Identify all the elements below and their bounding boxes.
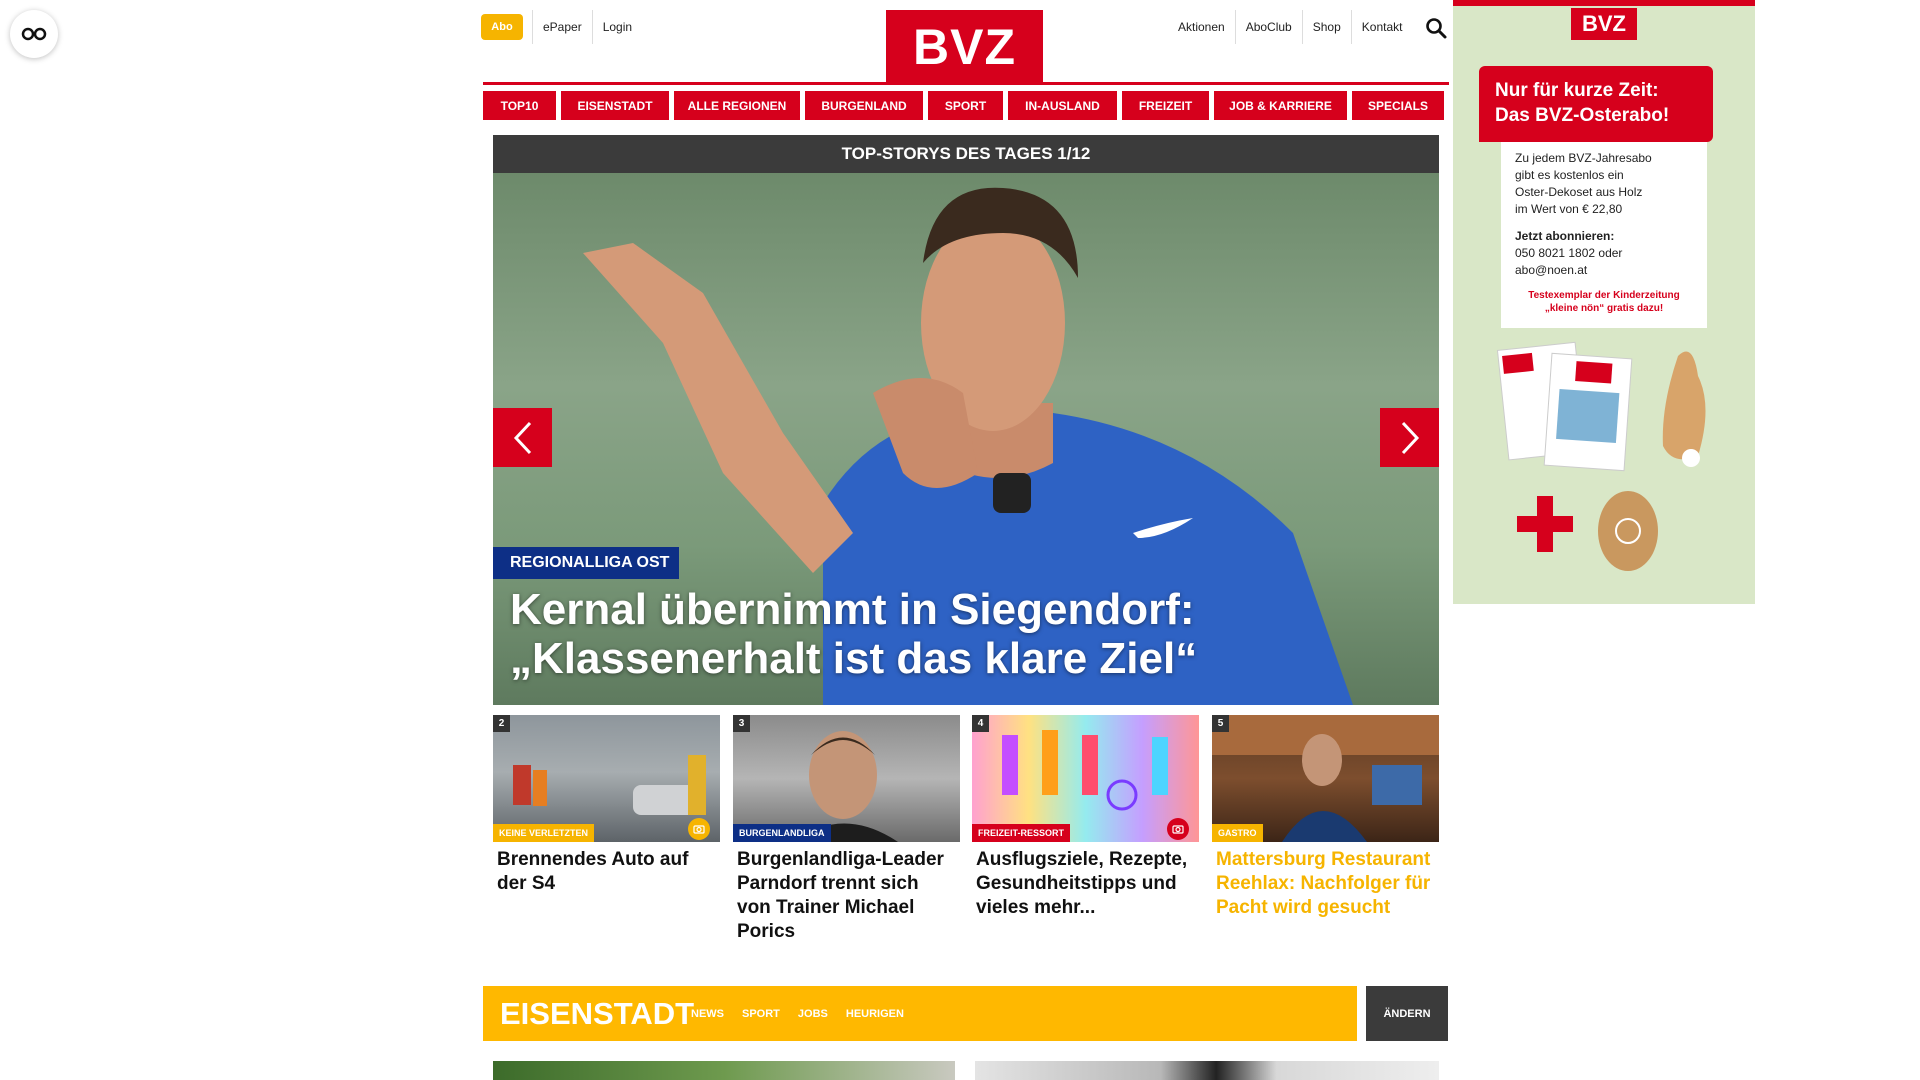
camera-icon	[688, 818, 710, 840]
change-region-button[interactable]: ÄNDERN	[1366, 986, 1448, 1041]
story-number: 2	[493, 715, 510, 732]
story-title[interactable]: Mattersburg Restaurant Reehlax: Nachfolg…	[1212, 842, 1439, 920]
region-link-heurigen[interactable]: HEURIGEN	[846, 1008, 904, 1020]
accessibility-button[interactable]	[10, 10, 58, 58]
region-link-sport[interactable]: SPORT	[742, 1008, 780, 1020]
slider-next-button[interactable]	[1380, 408, 1439, 467]
ad-headline: Nur für kurze Zeit: Das BVZ-Osterabo!	[1479, 66, 1713, 142]
story-title[interactable]: Ausflugsziele, Rezepte, Gesundheitstipps…	[972, 842, 1199, 920]
ad-headline-line1: Nur für kurze Zeit:	[1495, 80, 1659, 101]
tab-sport[interactable]: SPORT	[928, 91, 1003, 120]
slider-prev-button[interactable]	[493, 408, 552, 467]
tab-burgenland[interactable]: BURGENLAND	[805, 91, 923, 120]
story-kicker: KEINE VERLETZTEN	[493, 824, 595, 842]
epaper-link[interactable]: ePaper	[532, 10, 592, 44]
story-card[interactable]: 3 BURGENLANDLIGA Burgenlandliga-Leader P…	[733, 715, 960, 944]
region-bar: EISENSTADT NEWS SPORT JOBS HEURIGEN	[483, 986, 1357, 1041]
ad-note: Testexemplar der Kinderzeitung „kleine n…	[1515, 289, 1693, 315]
chevron-right-icon	[1401, 421, 1419, 454]
ad-note-line1: Testexemplar der Kinderzeitung	[1528, 290, 1680, 301]
kontakt-link[interactable]: Kontakt	[1350, 10, 1413, 44]
ad-text: gibt es kostenlos ein	[1515, 168, 1624, 182]
hero-header: TOP-STORYS DES TAGES 1/12	[493, 135, 1439, 173]
story-image[interactable]: 3 BURGENLANDLIGA	[733, 715, 960, 842]
region-link-news[interactable]: NEWS	[691, 1008, 724, 1020]
tab-eisenstadt[interactable]: EISENSTADT	[561, 91, 669, 120]
header-divider	[483, 82, 1449, 85]
hero-headline[interactable]: Kernal übernimmt in Siegendorf: „Klassen…	[510, 585, 1410, 683]
tab-specials[interactable]: SPECIALS	[1352, 91, 1444, 120]
teaser-image[interactable]	[975, 1061, 1439, 1080]
ad-note-line2: „kleine nön“ gratis dazu!	[1544, 303, 1664, 314]
story-image[interactable]: 2 KEINE VERLETZTEN	[493, 715, 720, 842]
tab-job-karriere[interactable]: JOB & KARRIERE	[1214, 91, 1347, 120]
aboclub-link[interactable]: AboClub	[1234, 10, 1302, 44]
story-title[interactable]: Brennendes Auto auf der S4	[493, 842, 720, 896]
region-link-jobs[interactable]: JOBS	[798, 1008, 828, 1020]
story-kicker: FREIZEIT-RESSORT	[972, 824, 1071, 842]
plus-icon	[1517, 496, 1573, 552]
region-title[interactable]: EISENSTADT	[483, 996, 694, 1032]
hero-headline-line2: „Klassenerhalt ist das klare Ziel“	[510, 634, 1198, 683]
story-image[interactable]: 4 FREIZEIT-RESSORT	[972, 715, 1199, 842]
ad-products-image	[1496, 341, 1706, 472]
tab-top10[interactable]: TOP10	[483, 91, 556, 120]
chevron-left-icon	[513, 421, 531, 454]
ad-contact: abo@noen.at	[1515, 263, 1588, 277]
main-nav: TOP10 EISENSTADT ALLE REGIONEN BURGENLAN…	[483, 91, 1449, 120]
site-logo[interactable]: BVZ	[886, 10, 1043, 83]
story-image[interactable]: 5 GASTRO	[1212, 715, 1439, 842]
ad-contact: 050 8021 1802 oder	[1515, 246, 1623, 260]
ad-headline-line2: Das BVZ-Osterabo!	[1495, 105, 1670, 126]
shop-link[interactable]: Shop	[1301, 10, 1351, 44]
story-kicker: BURGENLANDLIGA	[733, 824, 831, 842]
ad-text: Zu jedem BVZ-Jahresabo	[1515, 151, 1652, 165]
story-number: 5	[1212, 715, 1229, 732]
story-kicker: GASTRO	[1212, 824, 1263, 842]
ad-banner[interactable]: BVZ Nur für kurze Zeit: Das BVZ-Osterabo…	[1453, 0, 1755, 604]
hero-kicker[interactable]: REGIONALLIGA OST	[493, 547, 680, 579]
tab-freizeit[interactable]: FREIZEIT	[1122, 91, 1209, 120]
story-card[interactable]: 4 FREIZEIT-RESSORT Ausflugsziele, Rezept…	[972, 715, 1199, 920]
ad-logo: BVZ	[1571, 8, 1637, 40]
story-card[interactable]: 2 KEINE VERLETZTEN Brennendes Auto auf d…	[493, 715, 720, 896]
ad-text: im Wert von € 22,80	[1515, 202, 1623, 216]
ad-egg-image	[1598, 491, 1658, 571]
aktionen-link[interactable]: Aktionen	[1168, 10, 1235, 44]
camera-icon	[1167, 818, 1189, 840]
tab-alle-regionen[interactable]: ALLE REGIONEN	[674, 91, 800, 120]
teaser-image[interactable]	[493, 1061, 955, 1080]
ad-body: Zu jedem BVZ-Jahresabo gibt es kostenlos…	[1501, 142, 1707, 328]
ad-cta: Jetzt abonnieren:	[1515, 229, 1615, 243]
hero-headline-line1: Kernal übernimmt in Siegendorf:	[510, 585, 1195, 634]
story-title[interactable]: Burgenlandliga-Leader Parndorf trennt si…	[733, 842, 960, 944]
top-links-right: Aktionen AboClub Shop Kontakt	[1168, 10, 1412, 44]
glasses-icon	[21, 27, 47, 41]
story-card[interactable]: 5 GASTRO Mattersburg Restaurant Reehlax:…	[1212, 715, 1439, 920]
tab-in-ausland[interactable]: IN-AUSLAND	[1008, 91, 1117, 120]
story-number: 3	[733, 715, 750, 732]
ad-text: Oster-Dekoset aus Holz	[1515, 185, 1643, 199]
search-icon[interactable]	[1424, 16, 1448, 40]
login-link[interactable]: Login	[591, 10, 642, 44]
top-links-left: ePaper Login	[532, 10, 642, 44]
story-number: 4	[972, 715, 989, 732]
abo-button[interactable]: Abo	[481, 14, 523, 40]
